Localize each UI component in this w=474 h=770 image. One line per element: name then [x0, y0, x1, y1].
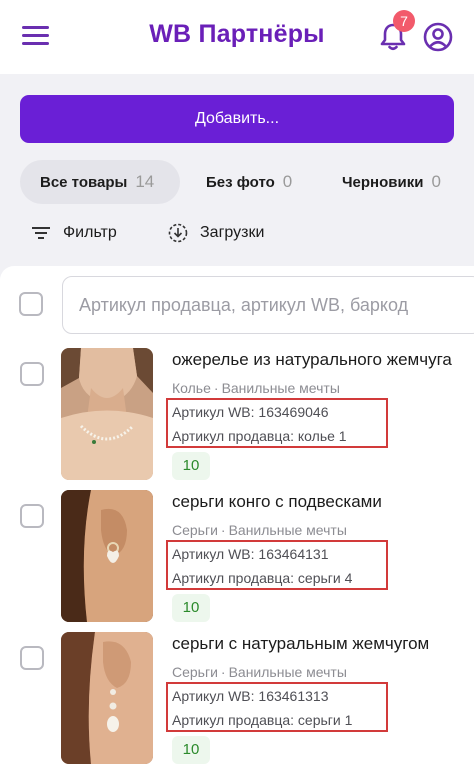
- tab-label: Без фото: [206, 174, 275, 191]
- tab-drafts[interactable]: Черновики 0: [342, 160, 441, 204]
- product-checkbox[interactable]: [20, 362, 44, 386]
- product-brand: Ванильные мечты: [221, 380, 340, 396]
- app-header: WB Партнёры 7: [0, 0, 474, 74]
- stock-badge: 10: [172, 594, 210, 622]
- seller-article: Артикул продавца: серьги 1: [172, 712, 353, 728]
- product-category: Серьги: [172, 522, 218, 538]
- necklace-photo: [61, 348, 153, 480]
- stock-badge: 10: [172, 452, 210, 480]
- product-meta: Серьги · Ванильные мечты: [172, 664, 347, 680]
- earring-photo: [61, 490, 153, 622]
- download-icon: [168, 223, 188, 243]
- downloads-button[interactable]: Загрузки: [168, 221, 264, 245]
- tab-all-products[interactable]: Все товары 14: [20, 160, 180, 204]
- product-category: Серьги: [172, 664, 218, 680]
- tab-count: 0: [431, 172, 441, 191]
- product-title[interactable]: серьги с натуральным жемчугом: [172, 634, 429, 654]
- product-row[interactable]: ожерелье из натурального жемчуга Колье · В…: [0, 348, 474, 484]
- product-photo[interactable]: [61, 348, 153, 480]
- tab-no-photo[interactable]: Без фото 0: [206, 160, 292, 204]
- downloads-label: Загрузки: [200, 224, 265, 241]
- add-product-button[interactable]: Добавить...: [20, 95, 454, 143]
- stock-badge: 10: [172, 736, 210, 764]
- search-input[interactable]: [79, 277, 474, 333]
- seller-article: Артикул продавца: колье 1: [172, 428, 347, 444]
- product-row[interactable]: серьги с натуральным жемчугом Серьги · Ван…: [0, 632, 474, 768]
- product-checkbox[interactable]: [20, 646, 44, 670]
- wb-article: Артикул WB: 163469046: [172, 404, 329, 420]
- wb-article: Артикул WB: 163464131: [172, 546, 329, 562]
- product-meta: Серьги · Ванильные мечты: [172, 522, 347, 538]
- tab-label: Черновики: [342, 174, 424, 191]
- select-all-checkbox[interactable]: [19, 292, 43, 316]
- product-brand: Ванильные мечты: [228, 522, 347, 538]
- product-brand: Ванильные мечты: [228, 664, 347, 680]
- seller-article: Артикул продавца: серьги 4: [172, 570, 353, 586]
- filter-button[interactable]: Фильтр: [31, 221, 117, 245]
- tab-label: Все товары: [40, 174, 128, 191]
- product-title[interactable]: ожерелье из натурального жемчуга: [172, 350, 452, 370]
- tab-count: 14: [135, 172, 155, 191]
- product-photo[interactable]: [61, 632, 153, 764]
- notification-badge: 7: [393, 10, 415, 32]
- product-category: Колье: [172, 380, 211, 396]
- product-meta: Колье · Ванильные мечты: [172, 380, 340, 396]
- product-row[interactable]: серьги конго с подвесками Серьги · Ванильн…: [0, 490, 474, 626]
- notifications-button[interactable]: 7: [376, 10, 415, 54]
- product-checkbox[interactable]: [20, 504, 44, 528]
- profile-icon[interactable]: [423, 22, 453, 52]
- product-photo[interactable]: [61, 490, 153, 622]
- product-title[interactable]: серьги конго с подвесками: [172, 492, 382, 512]
- filter-label: Фильтр: [63, 224, 117, 241]
- search-field[interactable]: [62, 276, 474, 334]
- wb-article: Артикул WB: 163461313: [172, 688, 329, 704]
- filter-icon: [32, 227, 50, 239]
- tab-count: 0: [282, 172, 293, 191]
- pearl-earring-photo: [61, 632, 153, 764]
